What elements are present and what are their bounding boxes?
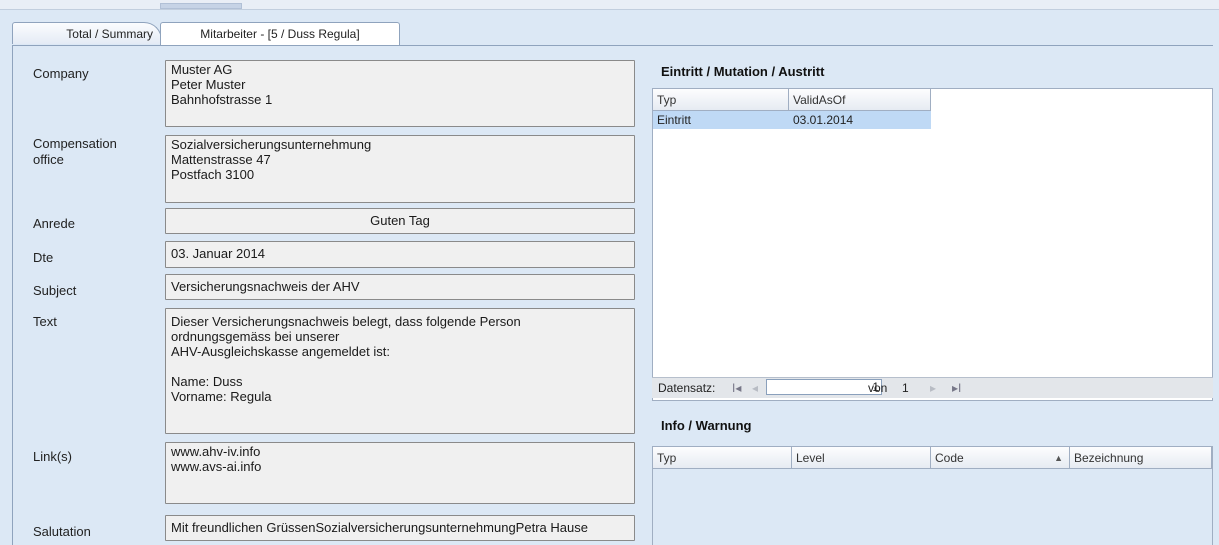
- table-row[interactable]: Eintritt 03.01.2014: [653, 111, 931, 129]
- company-line: Peter Muster: [171, 77, 246, 92]
- window-top-strip: [0, 0, 1219, 10]
- info-col-bezeichnung[interactable]: Bezeichnung: [1070, 447, 1212, 469]
- tab-total-summary[interactable]: Total / Summary: [12, 22, 162, 44]
- dte-label: Dte: [33, 250, 54, 265]
- mutation-grid-header: Typ ValidAsOf: [653, 89, 931, 111]
- subject-field[interactable]: Versicherungsnachweis der AHV: [165, 274, 635, 300]
- info-grid: Typ Level Code ▲ Bezeichnung: [652, 446, 1213, 545]
- info-col-typ[interactable]: Typ: [653, 447, 792, 469]
- company-line: Bahnhofstrasse 1: [171, 92, 273, 107]
- main-panel: Company Muster AG Peter Muster Bahnhofst…: [12, 45, 1213, 545]
- text-line: AHV-Ausgleichskasse angemeldet ist:: [171, 344, 390, 359]
- text-label: Text: [33, 314, 57, 329]
- compensation-office-field[interactable]: Sozialversicherungsunternehmung Mattenst…: [165, 135, 635, 203]
- last-record-icon[interactable]: ▸I: [952, 378, 961, 398]
- company-label: Company: [33, 66, 89, 81]
- subject-label: Subject: [33, 283, 77, 298]
- compensation-office-line: Sozialversicherungsunternehmung: [171, 137, 372, 152]
- info-grid-header: Typ Level Code ▲ Bezeichnung: [653, 447, 1212, 469]
- tab-mitarbeiter[interactable]: Mitarbeiter - [5 / Duss Regula]: [160, 22, 400, 46]
- text-line: ordnungsgemäss bei unserer: [171, 329, 340, 344]
- mutation-section-title: Eintritt / Mutation / Austritt: [661, 64, 825, 79]
- company-field[interactable]: Muster AG Peter Muster Bahnhofstrasse 1: [165, 60, 635, 127]
- mutation-col-typ[interactable]: Typ: [653, 89, 789, 111]
- previous-record-icon[interactable]: ◂: [752, 378, 758, 398]
- compensation-office-line: Mattenstrasse 47: [171, 152, 271, 167]
- link-line: www.ahv-iv.info: [171, 444, 261, 459]
- company-line: Muster AG: [171, 62, 233, 77]
- anrede-label: Anrede: [33, 216, 75, 231]
- first-record-icon[interactable]: I◂: [732, 378, 741, 398]
- info-col-code-label: Code: [935, 451, 964, 465]
- compensation-office-label-line: Compensation: [33, 136, 117, 151]
- mutation-cell-typ: Eintritt: [657, 113, 692, 127]
- info-col-level[interactable]: Level: [792, 447, 931, 469]
- mutation-grid: Typ ValidAsOf Eintritt 03.01.2014: [652, 88, 1213, 401]
- info-col-code[interactable]: Code ▲: [931, 447, 1070, 469]
- compensation-office-line: Postfach 3100: [171, 167, 255, 182]
- record-navigator: Datensatz: I◂ ◂ 1 von 1 ▸ ▸I: [652, 377, 1213, 398]
- salutation-label: Salutation: [33, 524, 91, 539]
- navigator-total: 1: [902, 381, 909, 395]
- salutation-field[interactable]: Mit freundlichen GrüssenSozialversicheru…: [165, 515, 635, 541]
- navigator-label: Datensatz:: [658, 381, 716, 395]
- top-accent-bar: [160, 3, 242, 9]
- next-record-icon[interactable]: ▸: [930, 378, 936, 398]
- mutation-cell-validasof: 03.01.2014: [793, 113, 854, 127]
- mutation-col-validasof[interactable]: ValidAsOf: [789, 89, 931, 111]
- navigator-of-label: von: [868, 381, 888, 395]
- record-position-input[interactable]: 1: [766, 379, 882, 395]
- text-line: Vorname: Regula: [171, 389, 272, 404]
- info-section-title: Info / Warnung: [661, 418, 752, 433]
- dte-field[interactable]: 03. Januar 2014: [165, 241, 635, 268]
- text-line: Name: Duss: [171, 374, 243, 389]
- text-line: Dieser Versicherungsnachweis belegt, das…: [171, 314, 521, 329]
- compensation-office-label: Compensation office: [33, 136, 117, 168]
- links-field[interactable]: www.ahv-iv.info www.avs-ai.info: [165, 442, 635, 504]
- link-line: www.avs-ai.info: [171, 459, 262, 474]
- sort-ascending-icon: ▲: [1054, 453, 1063, 463]
- links-label: Link(s): [33, 449, 73, 464]
- compensation-office-label-line: office: [33, 152, 64, 167]
- text-line: [171, 359, 629, 374]
- anrede-field[interactable]: Guten Tag: [165, 208, 635, 234]
- text-field[interactable]: Dieser Versicherungsnachweis belegt, das…: [165, 308, 635, 434]
